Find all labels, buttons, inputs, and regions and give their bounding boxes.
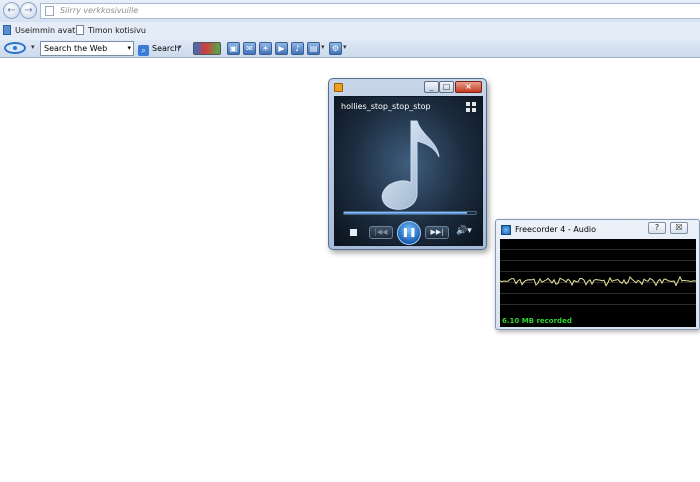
forward-button[interactable]: →: [20, 2, 37, 19]
track-title: hollies_stop_stop_stop: [341, 102, 431, 111]
search-button[interactable]: ⌕ Search: [138, 42, 179, 56]
bookmark-label: Useimmin avatut: [15, 26, 84, 35]
media-player-window[interactable]: _ □ × hollies_stop_stop_stop |◀◀ ❚❚ ▶▶| …: [328, 78, 487, 250]
music-icon[interactable]: ♪: [291, 42, 304, 55]
search-icon: ⌕: [138, 45, 149, 56]
mail-icon[interactable]: ✉: [243, 42, 256, 55]
close-icon: ☒: [675, 223, 683, 232]
radio-icon[interactable]: ▶: [275, 42, 288, 55]
search-input-text: Search the Web: [44, 44, 108, 53]
minimize-button[interactable]: _: [424, 81, 439, 93]
address-bar[interactable]: Siirry verkkosivuille: [40, 3, 700, 19]
bookmark-timon-kotisivu[interactable]: Timon kotisivu: [76, 25, 146, 37]
forward-arrow-icon: →: [24, 5, 33, 16]
photo-icon[interactable]: ▣: [227, 42, 240, 55]
recorder-close-button[interactable]: ☒: [670, 222, 688, 234]
help-icon: ?: [654, 223, 660, 232]
previous-button[interactable]: |◀◀: [369, 226, 393, 239]
search-options-dropdown-icon[interactable]: ▾: [178, 43, 182, 51]
back-arrow-icon: ←: [7, 5, 16, 16]
toolbar-logo-icon[interactable]: [4, 42, 26, 54]
desktop: ← → Siirry verkkosivuille Useimmin avatu…: [0, 0, 700, 482]
recorder-title: Freecorder 4 - Audio: [515, 225, 597, 234]
options-dropdown-icon[interactable]: ▾: [343, 43, 347, 51]
music-note-icon: [381, 120, 440, 210]
search-dropdown-icon[interactable]: ▾: [127, 42, 131, 55]
switch-view-icon[interactable]: [466, 102, 477, 112]
seek-bar[interactable]: [343, 211, 477, 215]
stop-button[interactable]: [350, 229, 357, 236]
bookmark-label: Timon kotisivu: [88, 26, 146, 35]
search-button-label: Search: [152, 44, 180, 53]
player-controls: |◀◀ ❚❚ ▶▶| 🔊▾: [335, 221, 484, 245]
bookmark-useimmin-avatut[interactable]: Useimmin avatut: [3, 25, 83, 37]
close-button[interactable]: ×: [455, 81, 482, 93]
bookmark-star-icon: [3, 25, 11, 35]
logo-dropdown-icon[interactable]: ▾: [31, 43, 35, 51]
waveform-display: 6.10 MB recorded: [500, 239, 696, 327]
options-icon[interactable]: ⚙: [329, 42, 342, 55]
freecorder-window[interactable]: Freecorder 4 - Audio ? ☒ 6.10 MB recorde…: [495, 219, 700, 330]
weather-icon[interactable]: ☀: [259, 42, 272, 55]
page-icon: [45, 6, 54, 16]
player-titlebar[interactable]: _ □ ×: [329, 79, 486, 95]
maximize-button[interactable]: □: [439, 81, 454, 93]
bookmarks-bar: Useimmin avatut Timon kotisivu: [0, 22, 700, 40]
freecorder-app-icon: [501, 225, 511, 235]
news-icon[interactable]: [193, 42, 221, 55]
search-input[interactable]: Search the Web ▾: [40, 41, 134, 56]
back-button[interactable]: ←: [3, 2, 20, 19]
player-screen: hollies_stop_stop_stop |◀◀ ❚❚ ▶▶| 🔊▾: [334, 96, 483, 246]
help-button[interactable]: ?: [648, 222, 666, 234]
media-player-app-icon: [334, 83, 343, 92]
next-button[interactable]: ▶▶|: [425, 226, 449, 239]
audio-waveform: [500, 275, 696, 287]
pause-button[interactable]: ❚❚: [397, 221, 421, 245]
address-placeholder: Siirry verkkosivuille: [60, 6, 139, 15]
page-icon: [76, 25, 84, 35]
search-toolbar: ▾ Search the Web ▾ ⌕ Search ▾ ▣ ✉ ☀ ▶ ♪ ▤…: [0, 40, 700, 58]
seek-bar-progress: [344, 212, 467, 214]
recording-status: 6.10 MB recorded: [502, 317, 572, 325]
volume-button[interactable]: 🔊▾: [456, 226, 472, 236]
videos-dropdown-icon[interactable]: ▾: [321, 43, 325, 51]
browser-navbar: ← → Siirry verkkosivuille: [0, 0, 700, 22]
videos-icon[interactable]: ▤: [307, 42, 320, 55]
